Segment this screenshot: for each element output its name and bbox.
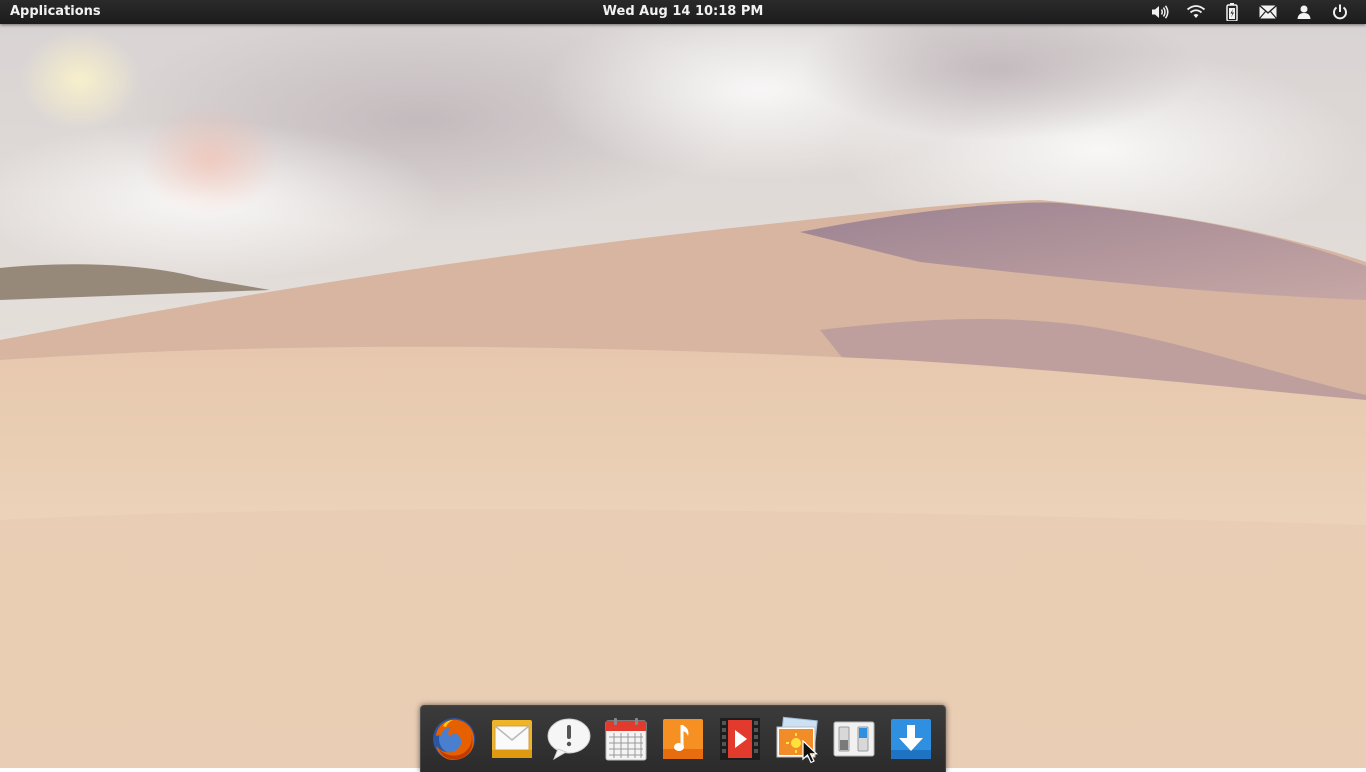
dock-item-calendar[interactable]	[603, 716, 649, 762]
dock-item-software-center[interactable]	[888, 716, 934, 762]
dock-item-videos[interactable]	[717, 716, 763, 762]
video-icon	[720, 718, 760, 760]
dock-item-music[interactable]	[660, 716, 706, 762]
top-panel: Applications Wed Aug 14 10:18 PM	[0, 0, 1366, 24]
dock-item-mail[interactable]	[489, 716, 535, 762]
dock-item-photos[interactable]	[774, 716, 820, 762]
user-icon[interactable]	[1286, 0, 1322, 24]
dock-item-messaging[interactable]	[546, 716, 592, 762]
music-note-icon	[663, 719, 703, 759]
settings-toggle-icon	[833, 721, 875, 757]
dock	[420, 705, 946, 772]
mail-icon[interactable]	[1250, 0, 1286, 24]
volume-icon[interactable]	[1142, 0, 1178, 24]
photos-icon	[776, 716, 818, 758]
desktop-wallpaper	[0, 0, 1366, 768]
wifi-icon[interactable]	[1178, 0, 1214, 24]
chat-bubble-icon	[547, 718, 591, 761]
clock-indicator[interactable]: Wed Aug 14 10:18 PM	[603, 4, 764, 19]
calendar-icon	[605, 718, 647, 761]
dock-item-system-settings[interactable]	[831, 716, 877, 762]
power-icon[interactable]	[1322, 0, 1358, 24]
dock-item-firefox[interactable]	[431, 716, 477, 762]
applications-menu-button[interactable]: Applications	[10, 0, 101, 24]
firefox-icon	[433, 718, 475, 760]
indicator-area	[1142, 0, 1358, 24]
mail-icon	[492, 720, 532, 758]
download-icon	[891, 719, 931, 759]
battery-icon[interactable]	[1214, 0, 1250, 24]
